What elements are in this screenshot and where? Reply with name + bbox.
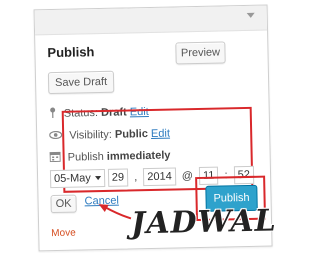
publish-metabox: Publish Preview Save Draft Status: Draft… xyxy=(33,4,277,252)
publish-screenshot: Publish Preview Save Draft Status: Draft… xyxy=(0,0,303,253)
watermark: JADWAL xyxy=(130,203,278,242)
move-to-trash-link[interactable]: Move xyxy=(51,228,76,240)
